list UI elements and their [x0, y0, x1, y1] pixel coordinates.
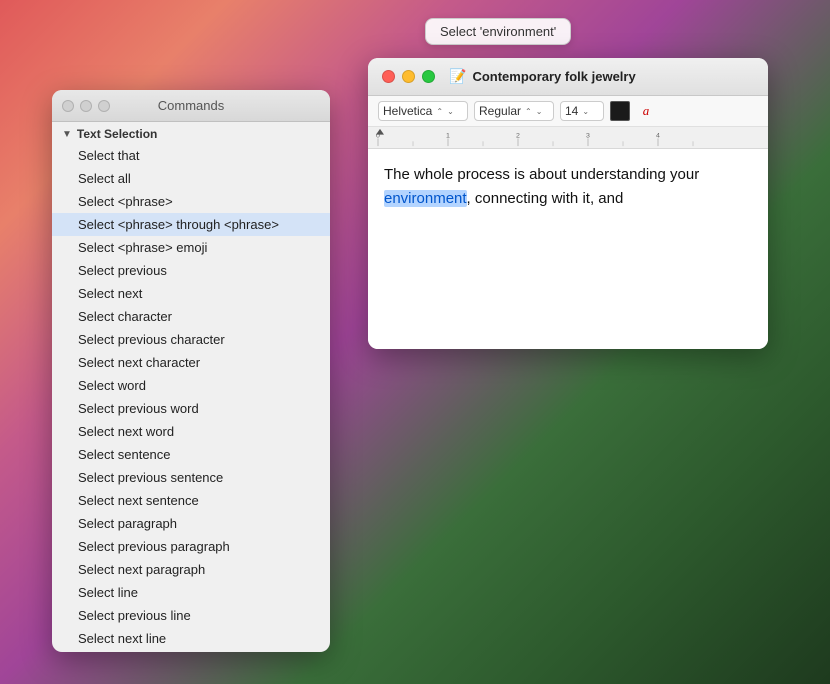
size-selector[interactable]: 14 ⌄	[560, 101, 604, 121]
editor-content[interactable]: The whole process is about understanding…	[368, 149, 768, 349]
svg-text:2: 2	[516, 133, 520, 140]
list-item[interactable]: Select <phrase>	[52, 190, 330, 213]
svg-text:3: 3	[586, 133, 590, 140]
traffic-lights	[62, 100, 110, 112]
editor-maximize-button[interactable]	[422, 70, 435, 83]
editor-titlebar: 📝 Contemporary folk jewelry	[368, 58, 768, 96]
list-item[interactable]: Select previous <count> characte...	[52, 650, 330, 652]
font-selector[interactable]: Helvetica ⌃ ⌄	[378, 101, 468, 121]
svg-text:4: 4	[656, 133, 660, 140]
font-dropdown-icon2: ⌄	[447, 107, 454, 116]
list-item[interactable]: Select <phrase> emoji	[52, 236, 330, 259]
maximize-button[interactable]	[98, 100, 110, 112]
list-item[interactable]: Select next character	[52, 351, 330, 374]
list-item[interactable]: Select next line	[52, 627, 330, 650]
style-dropdown-icon: ⌃	[525, 107, 532, 116]
size-value: 14	[565, 104, 578, 118]
commands-list[interactable]: ▼ Text Selection Select that Select all …	[52, 122, 330, 652]
editor-title: Contemporary folk jewelry	[472, 69, 635, 84]
style-value: Regular	[479, 104, 521, 118]
list-item[interactable]: Select sentence	[52, 443, 330, 466]
highlighted-word: environment	[384, 190, 467, 207]
section-header-label: Text Selection	[77, 127, 157, 141]
list-item[interactable]: Select <phrase> through <phrase>	[52, 213, 330, 236]
content-before: The whole process is about understanding…	[384, 166, 699, 183]
list-item[interactable]: Select that	[52, 144, 330, 167]
editor-traffic-lights	[382, 70, 435, 83]
list-item[interactable]: Select next word	[52, 420, 330, 443]
tooltip-text: Select 'environment'	[440, 24, 556, 39]
style-selector[interactable]: Regular ⌃ ⌄	[474, 101, 554, 121]
tooltip: Select 'environment'	[425, 18, 571, 45]
list-item[interactable]: Select all	[52, 167, 330, 190]
list-item[interactable]: Select previous paragraph	[52, 535, 330, 558]
commands-window-title: Commands	[158, 98, 224, 113]
editor-window: 📝 Contemporary folk jewelry Helvetica ⌃ …	[368, 58, 768, 349]
list-item[interactable]: Select next paragraph	[52, 558, 330, 581]
ruler: 0 1 2 3 4	[368, 127, 768, 149]
list-item[interactable]: Select character	[52, 305, 330, 328]
text-color-swatch[interactable]	[610, 101, 630, 121]
section-arrow-icon: ▼	[62, 129, 72, 140]
list-item[interactable]: Select previous line	[52, 604, 330, 627]
list-item[interactable]: Select previous	[52, 259, 330, 282]
font-dropdown-icon: ⌃	[436, 107, 443, 116]
commands-titlebar: Commands	[52, 90, 330, 122]
font-value: Helvetica	[383, 104, 432, 118]
minimize-button[interactable]	[80, 100, 92, 112]
list-item[interactable]: Select next sentence	[52, 489, 330, 512]
editor-minimize-button[interactable]	[402, 70, 415, 83]
ruler-svg: 0 1 2 3 4	[368, 127, 768, 148]
list-item[interactable]: Select next	[52, 282, 330, 305]
list-item[interactable]: Select previous character	[52, 328, 330, 351]
style-dropdown-icon2: ⌄	[536, 107, 543, 116]
list-item[interactable]: Select paragraph	[52, 512, 330, 535]
list-item[interactable]: Select word	[52, 374, 330, 397]
document-icon: 📝	[449, 68, 466, 85]
list-item[interactable]: Select line	[52, 581, 330, 604]
close-button[interactable]	[62, 100, 74, 112]
editor-toolbar: Helvetica ⌃ ⌄ Regular ⌃ ⌄ 14 ⌄ a	[368, 96, 768, 127]
format-button[interactable]: a	[636, 101, 656, 121]
list-item[interactable]: Select previous sentence	[52, 466, 330, 489]
content-after: , connecting with it, and	[467, 190, 624, 207]
svg-text:1: 1	[446, 133, 450, 140]
section-header-text-selection: ▼ Text Selection	[52, 122, 330, 144]
size-dropdown-icon: ⌄	[582, 107, 589, 116]
list-item[interactable]: Select previous word	[52, 397, 330, 420]
commands-window: Commands ▼ Text Selection Select that Se…	[52, 90, 330, 652]
editor-close-button[interactable]	[382, 70, 395, 83]
